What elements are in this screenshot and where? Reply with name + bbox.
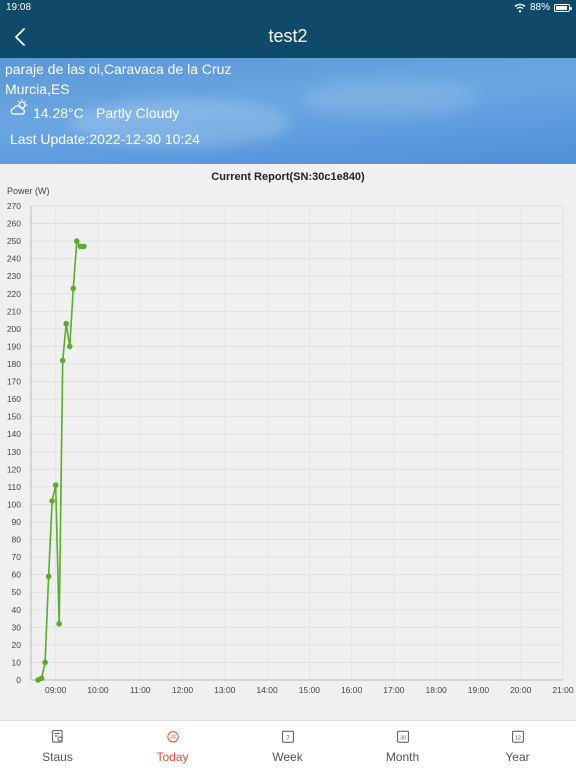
address-line-1: paraje de las oi,Caravaca de la Cruz bbox=[5, 61, 232, 77]
y-tick-label: 150 bbox=[7, 412, 21, 422]
tab-month[interactable]: 30 Month bbox=[345, 721, 460, 768]
y-tick-label: 200 bbox=[7, 324, 21, 334]
weather-condition: Partly Cloudy bbox=[96, 105, 180, 121]
x-tick-label: 18:00 bbox=[426, 685, 448, 695]
background-cloud bbox=[300, 78, 480, 118]
x-tick-label: 15:00 bbox=[299, 685, 321, 695]
battery-percent: 88% bbox=[529, 2, 550, 13]
tab-status[interactable]: Staus bbox=[0, 721, 115, 768]
y-tick-label: 120 bbox=[7, 464, 21, 474]
y-tick-label: 170 bbox=[7, 377, 21, 387]
x-tick-label: 13:00 bbox=[214, 685, 236, 695]
wifi-icon bbox=[514, 3, 526, 12]
tab-label: Staus bbox=[42, 750, 73, 764]
y-tick-label: 240 bbox=[7, 254, 21, 264]
data-point bbox=[59, 357, 66, 364]
y-tick-label: 190 bbox=[7, 341, 21, 351]
data-point bbox=[45, 573, 52, 580]
y-tick-label: 60 bbox=[12, 570, 22, 580]
y-tick-label: 10 bbox=[12, 657, 22, 667]
last-update: Last Update:2022-12-30 10:24 bbox=[10, 131, 200, 147]
y-tick-label: 160 bbox=[7, 394, 21, 404]
y-tick-label: 40 bbox=[12, 605, 22, 615]
svg-text:30: 30 bbox=[400, 736, 406, 742]
y-tick-label: 100 bbox=[7, 499, 21, 509]
address-line-2: Murcia,ES bbox=[5, 81, 70, 97]
y-axis-label: Power (W) bbox=[7, 186, 50, 196]
x-tick-label: 21:00 bbox=[552, 685, 574, 695]
data-point bbox=[38, 675, 45, 682]
tab-today[interactable]: 24 Today bbox=[115, 721, 230, 768]
series-line bbox=[37, 238, 84, 681]
partly-cloudy-icon bbox=[10, 99, 28, 115]
data-point bbox=[49, 498, 55, 504]
battery-icon bbox=[554, 3, 572, 12]
svg-text:7: 7 bbox=[286, 736, 290, 742]
y-tick-label: 30 bbox=[12, 622, 22, 632]
tab-label: Month bbox=[385, 750, 420, 764]
tab-bar: Staus 24 Today 7 Week 30 Month 12 Year bbox=[0, 720, 576, 768]
data-point bbox=[56, 621, 62, 627]
tab-week[interactable]: 7 Week bbox=[230, 721, 345, 768]
data-point bbox=[63, 320, 70, 327]
y-tick-label: 110 bbox=[7, 482, 21, 492]
data-point bbox=[70, 285, 77, 292]
chart-title: Current Report(SN:30c1e840) bbox=[211, 171, 365, 183]
data-point bbox=[42, 659, 48, 666]
data-point bbox=[81, 243, 87, 250]
x-tick-label: 16:00 bbox=[341, 685, 363, 695]
svg-text:12: 12 bbox=[515, 736, 521, 742]
data-point bbox=[74, 238, 80, 244]
nav-bar: test2 bbox=[0, 16, 576, 58]
x-tick-label: 17:00 bbox=[383, 685, 405, 695]
tab-label: Week bbox=[272, 750, 303, 764]
x-tick-label: 11:00 bbox=[130, 685, 151, 695]
y-tick-label: 70 bbox=[12, 552, 22, 562]
y-tick-label: 90 bbox=[12, 517, 22, 527]
y-tick-label: 260 bbox=[7, 219, 21, 229]
weather-panel: paraje de las oi,Caravaca de la Cruz Mur… bbox=[0, 58, 576, 164]
status-right: 88% bbox=[514, 2, 572, 13]
tab-label: Year bbox=[505, 750, 530, 764]
y-tick-label: 230 bbox=[7, 271, 21, 281]
y-tick-label: 130 bbox=[7, 447, 21, 457]
calendar-30-icon: 30 bbox=[396, 730, 409, 743]
x-tick-label: 12:00 bbox=[172, 685, 194, 695]
y-tick-label: 20 bbox=[12, 640, 22, 650]
tab-label: Today bbox=[156, 750, 189, 764]
today-24h-icon: 24 bbox=[166, 731, 179, 743]
y-tick-label: 50 bbox=[12, 587, 22, 597]
status-time: 19:08 bbox=[6, 2, 32, 13]
power-chart[interactable]: Current Report(SN:30c1e840) Power (W) 0 10 2… bbox=[0, 164, 576, 720]
x-tick-label: 20:00 bbox=[510, 685, 532, 695]
y-tick-label: 210 bbox=[7, 306, 21, 316]
x-tick-label: 09:00 bbox=[45, 685, 67, 695]
data-point bbox=[66, 343, 73, 350]
y-tick-label: 80 bbox=[12, 535, 22, 545]
calendar-7-icon: 7 bbox=[281, 730, 294, 743]
tab-year[interactable]: 12 Year bbox=[460, 721, 575, 768]
x-tick-label: 10:00 bbox=[87, 685, 109, 695]
x-tick-label: 14:00 bbox=[256, 685, 278, 695]
chart-svg[interactable]: Current Report(SN:30c1e840) Power (W) 0 10 2… bbox=[0, 164, 576, 720]
x-tick-label: 19:00 bbox=[468, 685, 490, 695]
y-tick-label: 220 bbox=[7, 289, 21, 299]
temperature: 14.28°C bbox=[33, 105, 84, 121]
y-tick-label: 0 bbox=[16, 675, 21, 685]
y-tick-label: 250 bbox=[7, 236, 21, 246]
y-tick-label: 270 bbox=[7, 201, 21, 211]
y-tick-label: 140 bbox=[7, 429, 21, 439]
svg-text:24: 24 bbox=[170, 735, 176, 741]
page-title: test2 bbox=[268, 26, 308, 46]
status-bar: 19:08 88% bbox=[0, 0, 576, 16]
status-report-icon bbox=[51, 730, 63, 743]
y-tick-label: 180 bbox=[7, 359, 21, 369]
calendar-12-icon: 12 bbox=[511, 730, 524, 743]
battery-fill bbox=[556, 5, 567, 10]
data-point bbox=[52, 482, 59, 488]
